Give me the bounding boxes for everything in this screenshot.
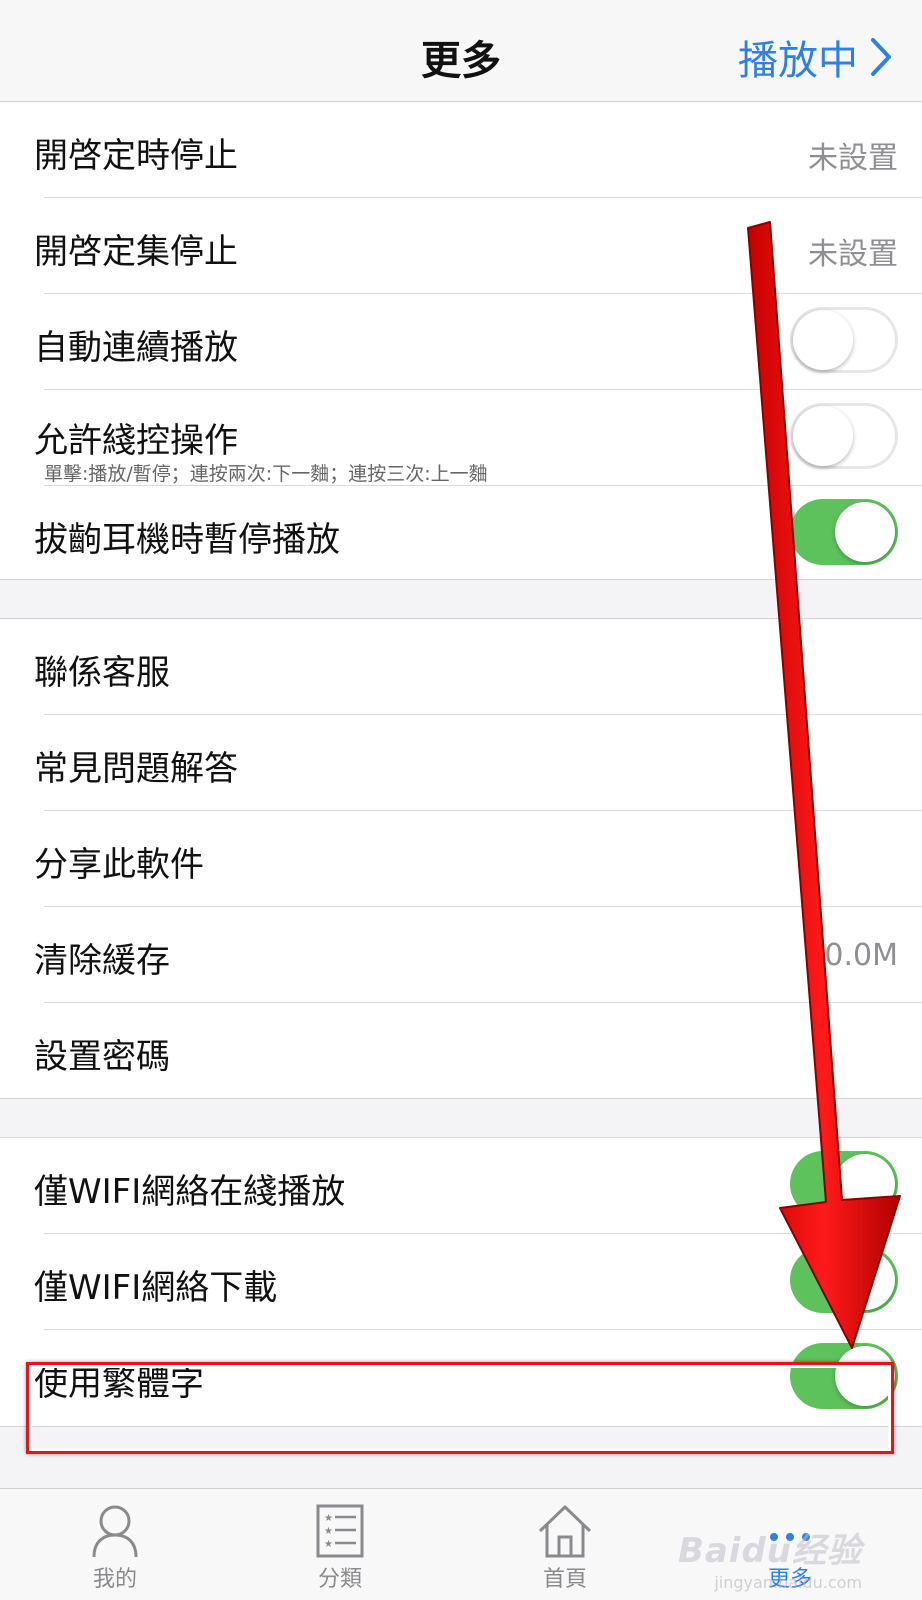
now-playing-button[interactable]: 播放中 — [738, 28, 892, 86]
tab-category[interactable]: ★ ★ ★ 分類 — [275, 1503, 405, 1593]
row-share-app[interactable]: 分享此軟件 — [0, 810, 922, 907]
row-contact-support[interactable]: 聯係客服 — [0, 618, 922, 715]
row-label: 拔齣耳機時暫停播放 — [34, 520, 340, 560]
row-faq[interactable]: 常見問題解答 — [0, 714, 922, 811]
row-label: 設置密碼 — [34, 1037, 170, 1077]
row-label: 聯係客服 — [34, 653, 170, 693]
wifi-stream-toggle[interactable] — [790, 1151, 898, 1217]
row-wifi-download: 僅WIFI網絡下載 — [0, 1233, 922, 1330]
svg-text:★: ★ — [324, 1513, 333, 1524]
row-clear-cache[interactable]: 清除緩存 0.0M — [0, 906, 922, 1003]
row-wired-control: 允許綫控操作 單擊:播放/暫停；連按兩次:下一麯；連按三次:上一麯 — [0, 389, 922, 486]
home-icon — [538, 1505, 592, 1558]
tab-label: 首頁 — [542, 1567, 587, 1592]
row-value: 未設置 — [808, 141, 898, 176]
row-subtitle: 單擊:播放/暫停；連按兩次:下一麯；連按三次:上一麯 — [44, 463, 488, 485]
person-icon — [92, 1505, 138, 1558]
headphone-pause-toggle[interactable] — [790, 499, 898, 565]
svg-text:★: ★ — [324, 1539, 333, 1550]
cache-size-value: 0.0M — [824, 938, 898, 973]
row-label: 分享此軟件 — [34, 845, 204, 885]
tab-bar: 我的 ★ ★ ★ 分類 首頁 更多 Baidu经验 jingyan.baidu.… — [0, 1488, 922, 1600]
chevron-right-icon — [871, 38, 891, 76]
row-label: 允許綫控操作 — [34, 421, 238, 461]
row-episode-stop[interactable]: 開啓定集停止 未設置 — [0, 197, 922, 294]
wifi-download-toggle[interactable] — [790, 1247, 898, 1313]
now-playing-label: 播放中 — [738, 38, 858, 84]
list-icon: ★ ★ ★ — [316, 1504, 364, 1558]
tab-home[interactable]: 首頁 — [500, 1503, 630, 1593]
row-label: 僅WIFI網絡下載 — [34, 1268, 278, 1308]
tab-label: 分類 — [317, 1567, 362, 1592]
row-label: 僅WIFI網絡在綫播放 — [34, 1172, 346, 1212]
row-wifi-stream: 僅WIFI網絡在綫播放 — [0, 1137, 922, 1234]
auto-play-toggle[interactable] — [790, 307, 898, 373]
wired-control-toggle[interactable] — [790, 403, 898, 469]
tab-mine[interactable]: 我的 — [50, 1503, 180, 1593]
app-screen: 更多 播放中 開啓定時停止 未設置 開啓定集停止 未設置 自動連續播放 允許綫控… — [0, 0, 922, 1600]
row-label: 開啓定集停止 — [34, 232, 238, 272]
row-value: 未設置 — [808, 237, 898, 272]
row-set-password[interactable]: 設置密碼 — [0, 1002, 922, 1099]
tab-label: 我的 — [92, 1567, 137, 1592]
navigation-bar: 更多 播放中 — [0, 0, 922, 102]
row-label: 開啓定時停止 — [34, 136, 238, 176]
row-headphone-pause: 拔齣耳機時暫停播放 — [0, 485, 922, 582]
row-auto-play: 自動連續播放 — [0, 293, 922, 390]
row-label: 常見問題解答 — [34, 749, 238, 789]
row-label: 自動連續播放 — [34, 328, 238, 368]
row-label: 清除緩存 — [34, 941, 170, 981]
watermark-logo: Baidu经验 — [677, 1531, 862, 1571]
highlight-box — [26, 1362, 894, 1454]
svg-text:★: ★ — [324, 1526, 333, 1537]
watermark-url: jingyan.baidu.com — [714, 1573, 862, 1592]
row-timer-stop[interactable]: 開啓定時停止 未設置 — [0, 101, 922, 198]
